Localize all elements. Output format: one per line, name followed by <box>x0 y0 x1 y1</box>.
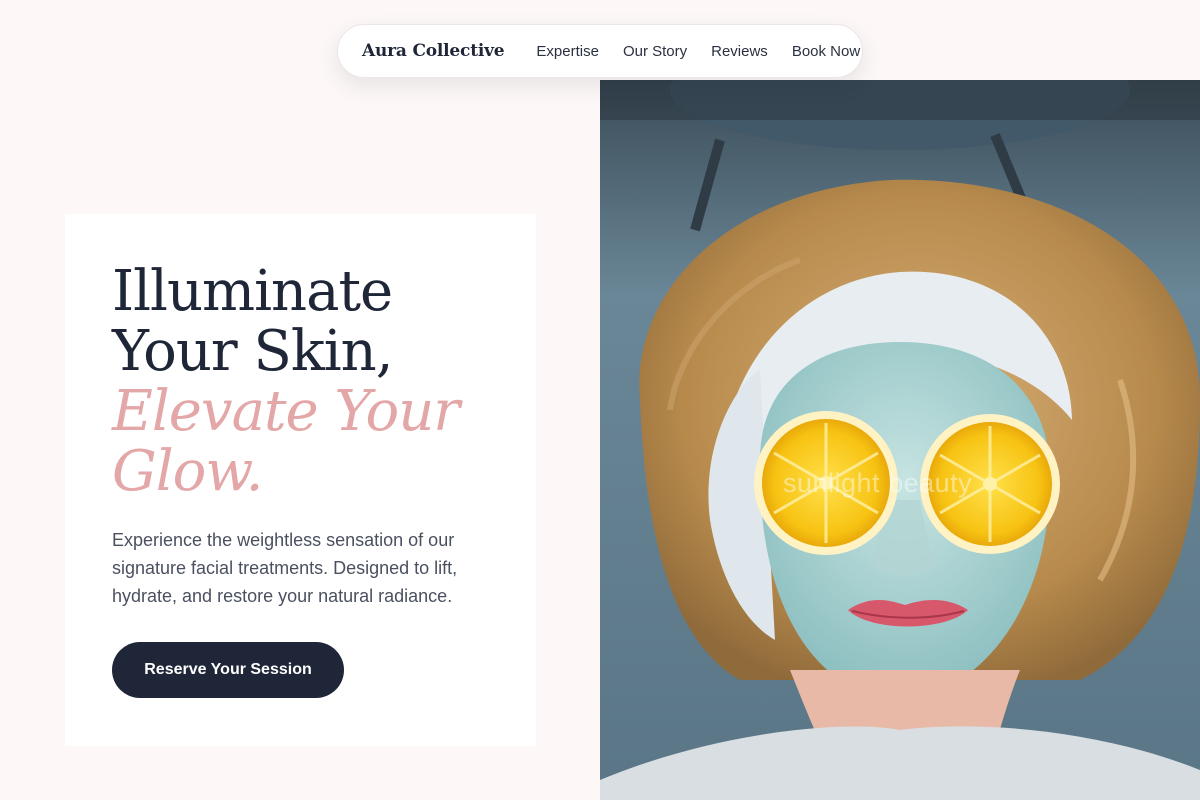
headline-accent-line-1: Elevate Your <box>112 379 460 444</box>
hero-description: Experience the weightless sensation of o… <box>112 530 458 606</box>
nav-link-our-story[interactable]: Our Story <box>623 43 687 60</box>
hero-headline: Illuminate Your Skin, Elevate Your Glow. <box>112 259 460 504</box>
photo-watermark: sunlight beauty <box>783 468 973 498</box>
nav-links: Expertise Our Story Reviews Book Now <box>536 43 860 60</box>
headline-line-1: Illuminate <box>112 259 393 324</box>
facial-mask-illustration <box>600 80 1200 800</box>
reserve-session-button[interactable]: Reserve Your Session <box>112 642 344 698</box>
top-nav: Aura Collective Expertise Our Story Revi… <box>337 24 863 78</box>
nav-link-reviews[interactable]: Reviews <box>711 43 768 60</box>
nav-link-expertise[interactable]: Expertise <box>536 43 599 60</box>
headline-accent-line-2: Glow. <box>112 439 263 504</box>
hero-card: Illuminate Your Skin, Elevate Your Glow.… <box>65 214 536 746</box>
nav-link-book-now[interactable]: Book Now <box>792 43 860 60</box>
headline-line-2: Your Skin, <box>112 319 394 384</box>
hero-photo: sunlight beauty <box>600 80 1200 800</box>
brand-logo[interactable]: Aura Collective <box>362 41 505 61</box>
